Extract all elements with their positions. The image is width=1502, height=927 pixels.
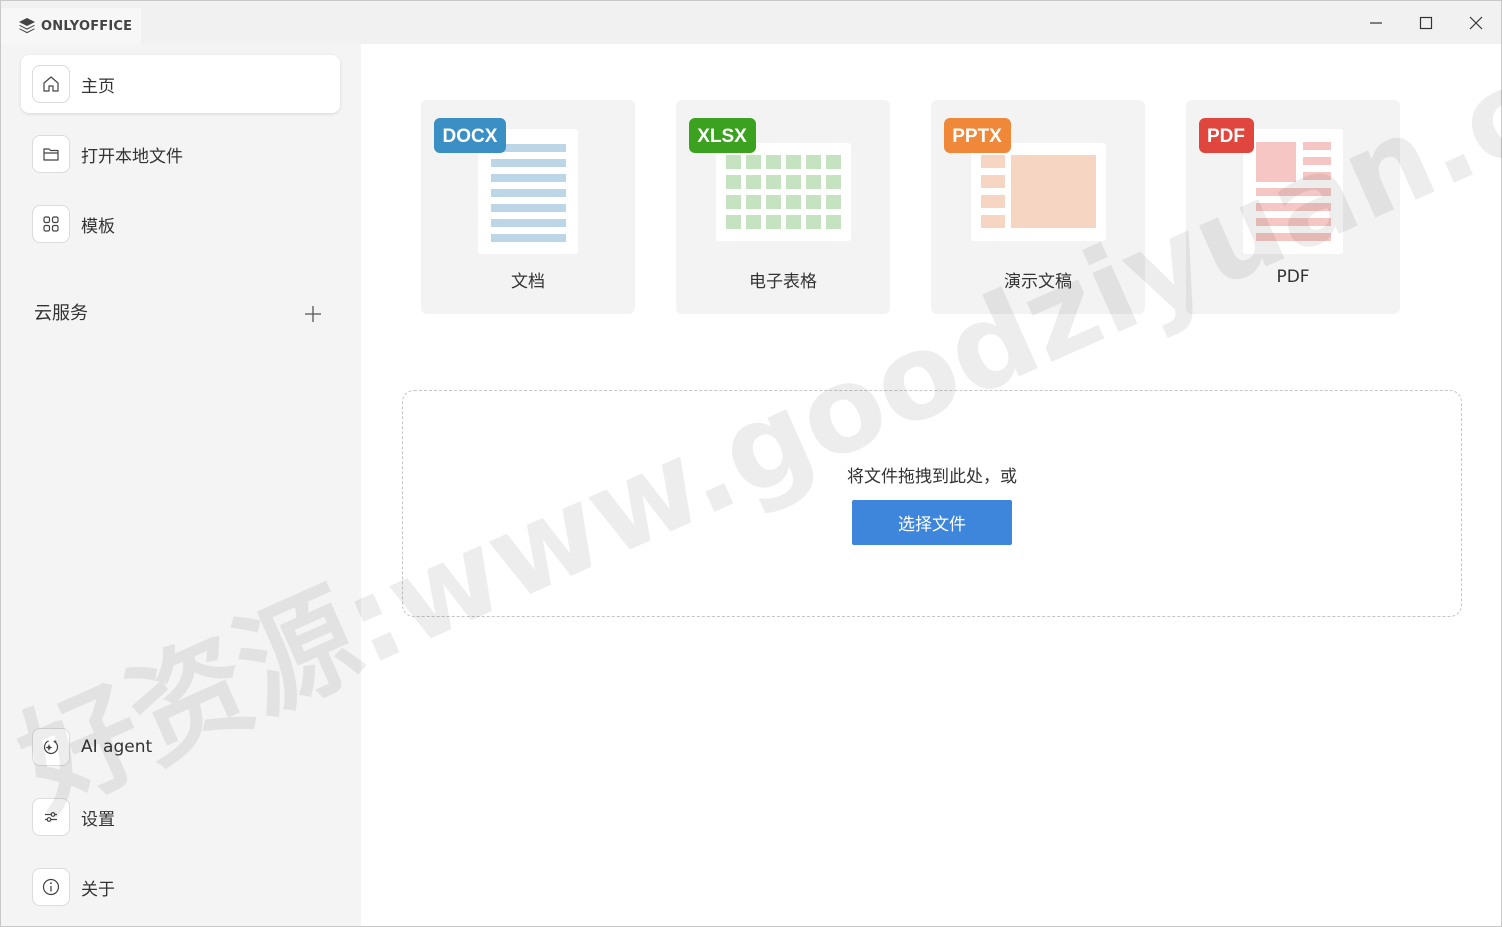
sliders-icon [32,798,70,836]
onlyoffice-logo-icon [19,18,35,34]
card-label: 文档 [511,272,545,292]
card-label: PDF [1276,267,1310,287]
sidebar-item-ai-agent[interactable]: AI agent [21,718,340,776]
minimize-icon [1370,21,1382,24]
card-badge-xlsx: XLSX [697,126,747,147]
sidebar-item-open-local-file[interactable]: 打开本地文件 [21,125,340,183]
title-bar: ONLYOFFICE [1,1,1501,44]
sidebar: 主页 打开本地文件 模板 云服务 AI agent 设置 关于 [1,44,361,926]
ai-agent-icon [32,728,70,766]
new-presentation-card[interactable]: PPTX 演示文稿 [931,100,1145,314]
card-label: 演示文稿 [1004,272,1072,292]
select-file-button[interactable]: 选择文件 [852,500,1012,545]
sidebar-item-label: 关于 [81,879,115,900]
sidebar-item-label: 设置 [81,809,115,830]
grid-icon [32,205,70,243]
sidebar-item-home[interactable]: 主页 [21,55,340,113]
drop-zone-text: 将文件拖拽到此处，或 [847,467,1017,487]
close-button[interactable] [1451,1,1501,44]
close-icon [1469,16,1483,29]
file-drop-zone[interactable]: 将文件拖拽到此处，或 选择文件 [402,390,1462,617]
sidebar-item-label: 模板 [81,216,115,237]
card-badge-pptx: PPTX [952,126,1002,147]
card-badge-pdf: PDF [1207,126,1245,147]
app-window: ONLYOFFICE 主页 打开本地文件 模板 云服务 AI agent 设置 … [0,0,1502,927]
minimize-button[interactable] [1351,1,1401,44]
pdf-file-icon: PDF [1199,118,1343,254]
maximize-icon [1419,16,1433,29]
sidebar-item-label: 打开本地文件 [81,146,183,167]
xlsx-file-icon: XLSX [689,118,851,241]
sidebar-item-label: AI agent [81,737,153,757]
sidebar-item-about[interactable]: 关于 [21,858,340,916]
docx-file-icon: DOCX [434,118,578,254]
cloud-services-label: 云服务 [34,303,88,324]
sidebar-item-label: 主页 [81,76,115,97]
add-cloud-icon[interactable] [301,302,325,326]
app-tab[interactable]: ONLYOFFICE [1,8,141,44]
sidebar-item-settings[interactable]: 设置 [21,788,340,846]
folder-icon [32,135,70,173]
sidebar-item-templates[interactable]: 模板 [21,195,340,253]
card-badge-docx: DOCX [443,126,498,147]
card-label: 电子表格 [749,272,817,292]
new-spreadsheet-card[interactable]: XLSX 电子表格 [676,100,890,314]
info-icon [32,868,70,906]
new-document-card[interactable]: DOCX 文档 [421,100,635,314]
new-pdf-card[interactable]: PDF PDF [1186,100,1400,314]
maximize-button[interactable] [1401,1,1451,44]
home-icon [32,65,70,103]
pptx-file-icon: PPTX [944,118,1106,241]
app-name: ONLYOFFICE [41,18,133,34]
main-content: DOCX 文档 XLSX 电子表格 PPTX 演示文稿 PDF PDF 将文件拖… [361,44,1501,926]
